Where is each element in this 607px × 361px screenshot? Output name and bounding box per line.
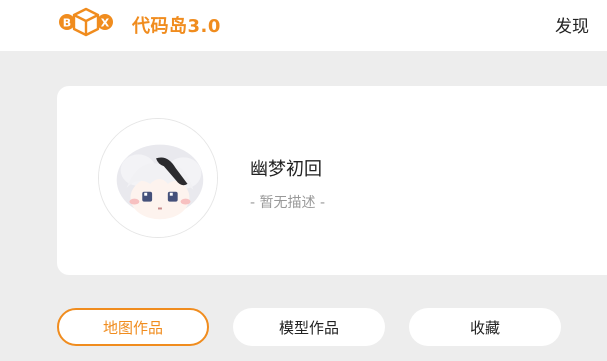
logo-letter-x: X xyxy=(101,17,110,30)
tab-model-works[interactable]: 模型作品 xyxy=(233,308,385,346)
anime-avatar-image xyxy=(99,119,217,237)
tab-favorites[interactable]: 收藏 xyxy=(409,308,561,346)
logo-letter-b: B xyxy=(63,17,71,30)
box-logo-icon[interactable]: B X xyxy=(58,7,114,37)
top-navigation-bar: B X 代码岛3.0 发现 xyxy=(0,0,607,51)
profile-username: 幽梦初回 xyxy=(250,159,322,180)
brand-name[interactable]: 代码岛3.0 xyxy=(132,12,221,38)
profile-description: - 暂无描述 - xyxy=(250,195,326,211)
nav-discover-link[interactable]: 发现 xyxy=(555,12,589,37)
avatar[interactable] xyxy=(98,118,218,238)
tab-map-works[interactable]: 地图作品 xyxy=(57,308,209,346)
